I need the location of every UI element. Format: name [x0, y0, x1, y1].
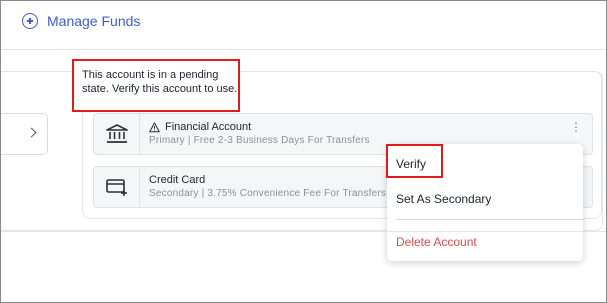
chevron-right-icon	[26, 127, 37, 138]
warning-icon	[149, 121, 160, 132]
previous-card[interactable]	[1, 113, 48, 155]
manage-funds-button[interactable]: Manage Funds	[22, 13, 140, 29]
verify-highlight-box	[386, 144, 443, 178]
menu-item-set-as-secondary[interactable]: Set As Secondary	[396, 192, 491, 206]
menu-item-delete-account[interactable]: Delete Account	[396, 235, 477, 249]
kebab-menu-icon[interactable]: ⋮	[570, 121, 582, 133]
account-detail: Secondary | 3.75% Convenience Fee For Tr…	[149, 188, 387, 199]
account-name: Credit Card	[149, 174, 205, 186]
divider	[1, 49, 606, 50]
tooltip-highlight-box	[72, 59, 240, 112]
bank-icon	[94, 114, 140, 154]
account-detail: Primary | Free 2-3 Business Days For Tra…	[149, 135, 370, 146]
payment-methods-panel: Manage Funds Financial Account Primary |…	[0, 0, 607, 303]
account-name-text: Financial Account	[165, 121, 252, 133]
account-name: Financial Account	[149, 121, 251, 133]
divider	[1, 231, 606, 232]
manage-funds-label: Manage Funds	[47, 13, 141, 29]
credit-card-icon	[94, 167, 140, 207]
account-name-text: Credit Card	[149, 174, 206, 186]
plus-circle-icon	[22, 13, 38, 29]
menu-divider	[396, 219, 583, 220]
